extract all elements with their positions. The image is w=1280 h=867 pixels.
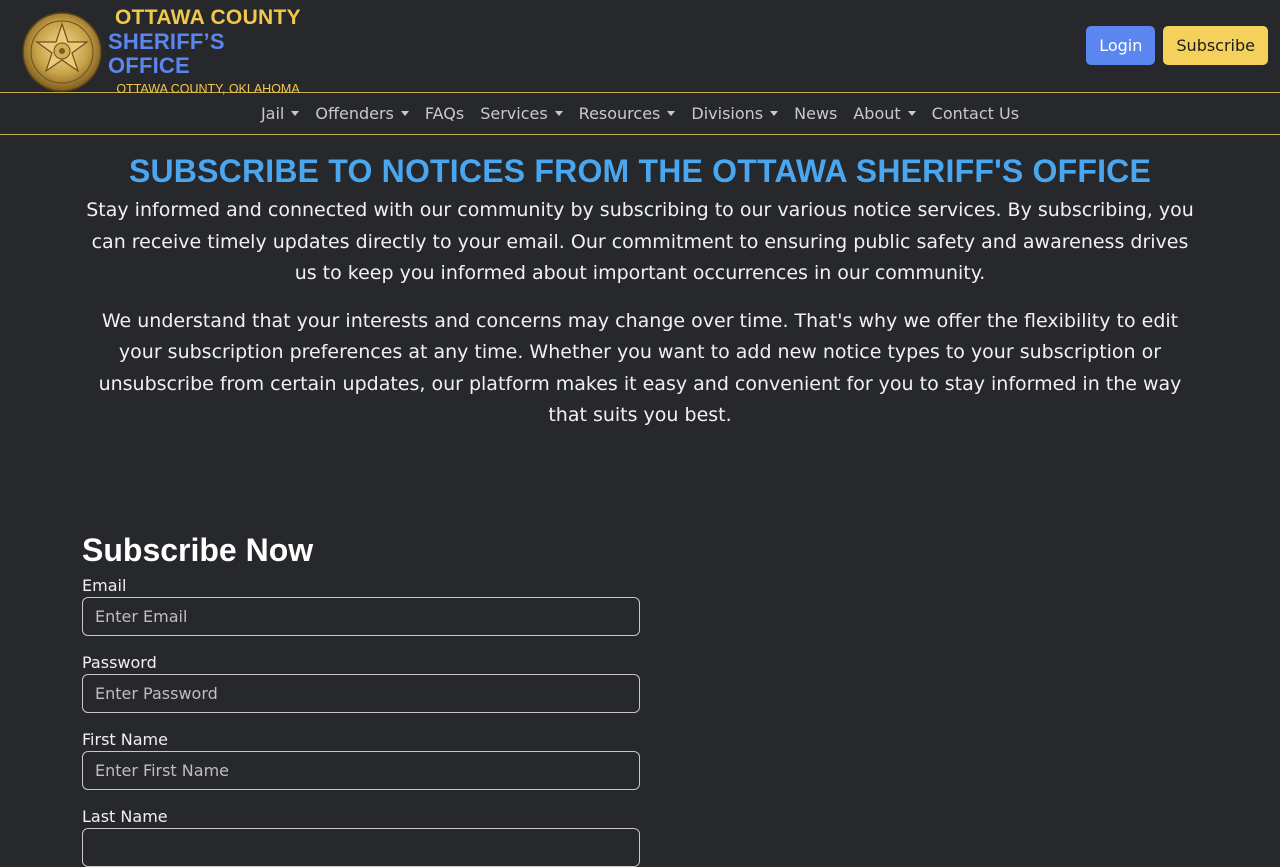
nav-item-label: Contact Us [931, 104, 1020, 123]
nav-item-jail[interactable]: Jail [260, 104, 300, 123]
caret-down-icon [400, 111, 409, 116]
nav-item-news[interactable]: News [794, 104, 837, 123]
password-field[interactable] [82, 673, 640, 713]
caret-down-icon [667, 111, 676, 116]
nav-item-contact-us[interactable]: Contact Us [932, 104, 1019, 123]
site-logo[interactable]: OTTAWA COUNTY SHERIFF’S OFFICE OTTAWA CO… [22, 6, 308, 98]
header-actions: Login Subscribe [1086, 26, 1268, 65]
nav-item-services[interactable]: Services [480, 104, 563, 123]
nav-item-label: Jail [260, 104, 285, 123]
last-name-field[interactable] [82, 827, 640, 867]
caret-down-icon [554, 111, 563, 116]
nav-item-label: FAQs [424, 104, 465, 123]
page-title: SUBSCRIBE TO NOTICES FROM THE OTTAWA SHE… [128, 153, 1152, 189]
nav-item-offenders[interactable]: Offenders [315, 104, 409, 123]
password-label: Password [82, 652, 157, 672]
nav-item-label: Divisions [691, 104, 764, 123]
login-button[interactable]: Login [1086, 26, 1156, 65]
preferences-paragraph: We understand that your interests and co… [98, 309, 1182, 427]
nav-item-divisions[interactable]: Divisions [691, 104, 779, 123]
nav-item-label: News [794, 104, 838, 123]
intro-paragraph: Stay informed and connected with our com… [86, 199, 1194, 284]
nav-item-resources[interactable]: Resources [579, 104, 676, 123]
logo-subtitle: SHERIFF’S OFFICE [108, 29, 225, 78]
caret-down-icon [770, 111, 779, 116]
email-field[interactable] [82, 596, 640, 636]
email-label: Email [82, 575, 127, 595]
site-header: OTTAWA COUNTY SHERIFF’S OFFICE OTTAWA CO… [0, 0, 1280, 96]
main-content: SUBSCRIBE TO NOTICES FROM THE OTTAWA SHE… [0, 153, 1280, 867]
form-title: Subscribe Now [82, 531, 314, 568]
first-name-label: First Name [82, 729, 168, 749]
caret-down-icon [291, 111, 300, 116]
password-group: Password [82, 653, 640, 713]
nav-item-faqs[interactable]: FAQs [425, 104, 464, 123]
email-group: Email [82, 576, 640, 636]
subscribe-button[interactable]: Subscribe [1163, 26, 1268, 65]
last-name-group: Last Name [82, 807, 640, 867]
nav-item-label: Services [480, 104, 548, 123]
logo-location: OTTAWA COUNTY, OKLAHOMA [116, 82, 300, 96]
nav-item-label: Offenders [315, 104, 394, 123]
logo-title: OTTAWA COUNTY [115, 6, 301, 29]
logo-text: OTTAWA COUNTY SHERIFF’S OFFICE OTTAWA CO… [108, 6, 308, 98]
main-nav: Jail Offenders FAQs Services Resources D… [0, 93, 1280, 135]
sheriff-badge-icon [22, 12, 102, 92]
nav-item-label: Resources [578, 104, 661, 123]
nav-item-label: About [853, 104, 901, 123]
first-name-group: First Name [82, 730, 640, 790]
last-name-label: Last Name [82, 806, 168, 826]
nav-item-about[interactable]: About [853, 104, 916, 123]
first-name-field[interactable] [82, 750, 640, 790]
caret-down-icon [907, 111, 916, 116]
